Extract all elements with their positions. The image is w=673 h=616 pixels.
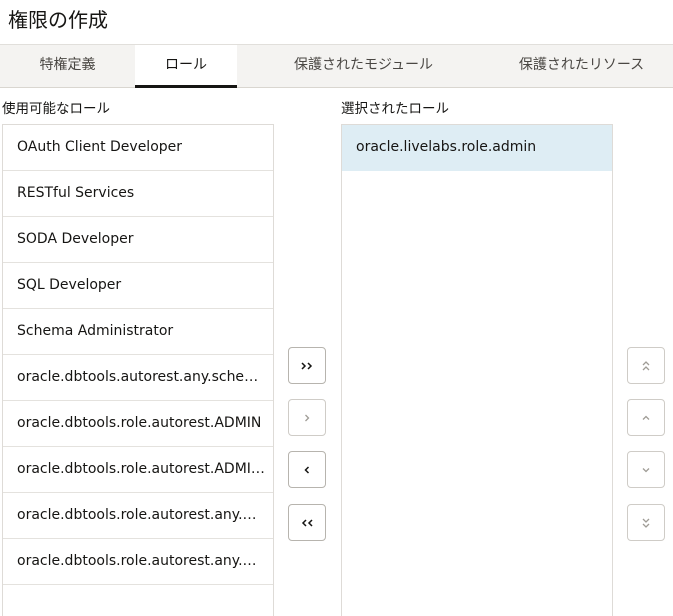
move-down-button[interactable] — [627, 451, 665, 488]
tab-protected-modules[interactable]: 保護されたモジュール — [237, 45, 490, 88]
available-role-item[interactable]: oracle.dbtools.role.autorest.ADMIN — [3, 401, 273, 447]
move-right-icon — [305, 414, 310, 421]
move-to-top-button[interactable] — [627, 347, 665, 384]
move-all-right-icon — [301, 361, 313, 370]
available-role-item[interactable]: oracle.dbtools.role.autorest.any.OR... — [3, 539, 273, 585]
available-role-item[interactable]: Schema Administrator — [3, 309, 273, 355]
move-to-top-icon — [642, 360, 650, 370]
selected-roles-list: oracle.livelabs.role.admin — [341, 124, 613, 616]
selected-role-item[interactable]: oracle.livelabs.role.admin — [342, 125, 612, 171]
available-role-item[interactable]: oracle.dbtools.autorest.any.schema — [3, 355, 273, 401]
move-up-icon — [642, 415, 650, 420]
available-role-item[interactable]: SODA Developer — [3, 217, 273, 263]
move-left-button[interactable] — [288, 451, 326, 488]
available-role-item[interactable]: oracle.dbtools.role.autorest.any.AD... — [3, 493, 273, 539]
move-to-bottom-icon — [642, 518, 650, 528]
move-left-icon — [304, 465, 310, 474]
move-all-left-icon — [301, 518, 313, 527]
selected-roles-label: 選択されたロール — [341, 101, 449, 117]
tab-bar: 特権定義 ロール 保護されたモジュール 保護されたリソース — [0, 44, 673, 88]
move-all-left-button[interactable] — [288, 504, 326, 541]
available-role-item[interactable]: OAuth Client Developer — [3, 125, 273, 171]
move-to-bottom-button[interactable] — [627, 504, 665, 541]
page-title: 権限の作成 — [8, 8, 108, 32]
move-down-icon — [642, 467, 650, 472]
available-roles-label: 使用可能なロール — [2, 101, 110, 117]
available-role-item[interactable]: oracle.dbtools.role.autorest.ADMIN.... — [3, 447, 273, 493]
tab-protected-resources[interactable]: 保護されたリソース — [490, 45, 673, 88]
available-role-item[interactable]: SQL Developer — [3, 263, 273, 309]
available-roles-list: OAuth Client Developer RESTful Services … — [2, 124, 274, 616]
move-up-button[interactable] — [627, 399, 665, 436]
move-all-right-button[interactable] — [288, 347, 326, 384]
tab-roles[interactable]: ロール — [135, 45, 237, 88]
tab-privilege-definition[interactable]: 特権定義 — [0, 45, 135, 88]
move-right-button[interactable] — [288, 399, 326, 436]
available-role-item[interactable]: RESTful Services — [3, 171, 273, 217]
